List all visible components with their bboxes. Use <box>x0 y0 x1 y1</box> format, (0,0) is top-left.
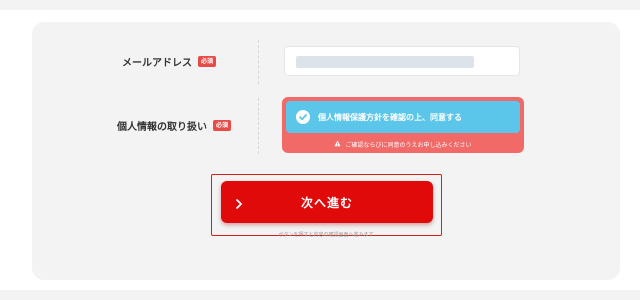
warning-icon <box>334 140 342 149</box>
privacy-consent-button[interactable]: 個人情報保護方針を確認の上、同意する <box>286 101 520 133</box>
chevron-right-icon <box>235 195 243 214</box>
field-divider-email <box>258 40 259 84</box>
email-value-redacted <box>296 56 474 68</box>
entry-form-page: メールアドレス 必須 個人情報の取り扱い 必須 個人情報保護方針を確認の上、同意… <box>0 0 640 300</box>
next-button-label: 次へ進む <box>300 195 353 210</box>
top-strip <box>0 0 640 10</box>
email-field[interactable] <box>284 46 520 76</box>
required-badge: 必須 <box>213 120 232 131</box>
email-label-row: メールアドレス 必須 <box>122 54 217 69</box>
privacy-warning: ご確認ならびに同意のうえお申し込みください <box>282 137 524 151</box>
field-divider-privacy <box>258 98 259 154</box>
privacy-label: 個人情報の取り扱い <box>117 122 207 133</box>
bottom-strip <box>0 290 640 300</box>
submit-note: ボタンを押すと内容の確認画面へ進みます <box>278 232 374 238</box>
privacy-warning-text: ご確認ならびに同意のうえお申し込みください <box>345 141 472 149</box>
next-button[interactable]: 次へ進む <box>221 181 433 223</box>
check-circle-icon <box>296 110 310 124</box>
privacy-consent-error-frame: 個人情報保護方針を確認の上、同意する ご確認ならびに同意のうえお申し込みください <box>282 97 524 153</box>
required-badge: 必須 <box>198 56 217 67</box>
email-label: メールアドレス <box>122 58 192 69</box>
privacy-consent-label: 個人情報保護方針を確認の上、同意する <box>318 112 462 122</box>
privacy-label-row: 個人情報の取り扱い 必須 <box>117 118 232 133</box>
